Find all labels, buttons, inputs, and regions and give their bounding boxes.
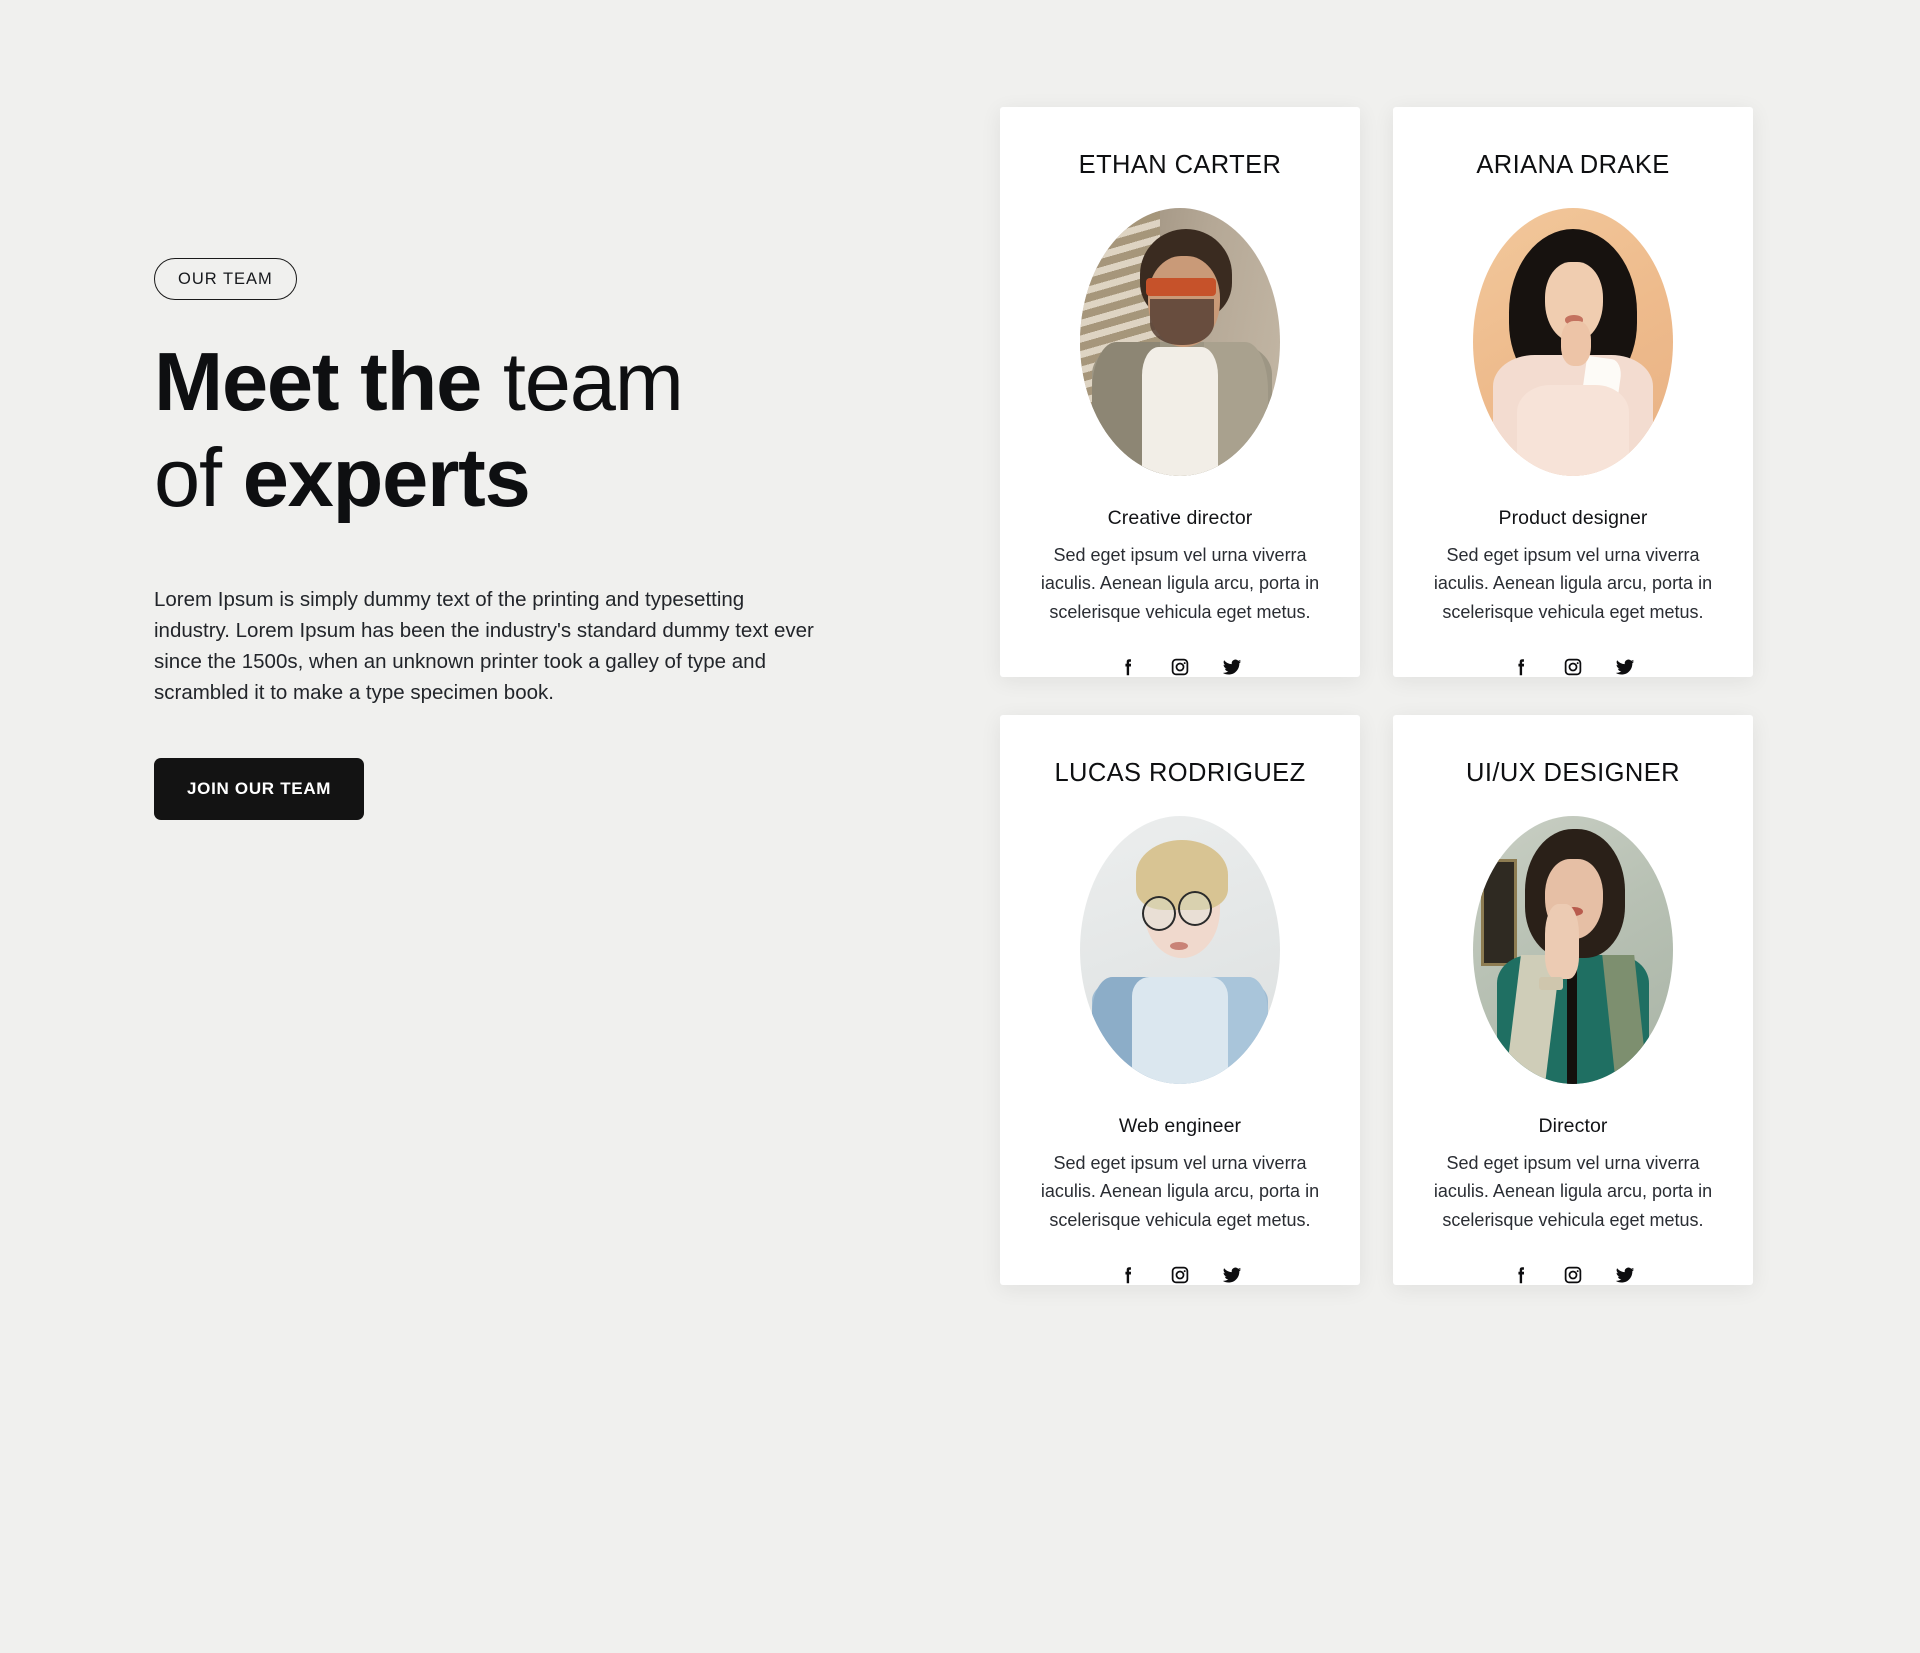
our-team-badge: OUR TEAM xyxy=(154,258,297,300)
facebook-icon[interactable] xyxy=(1117,1264,1139,1286)
facebook-icon[interactable] xyxy=(1510,656,1532,678)
member-role: Web engineer xyxy=(1118,1115,1242,1137)
member-role: Product designer xyxy=(1498,507,1648,529)
headline-part-strong-2: experts xyxy=(242,431,531,525)
instagram-icon[interactable] xyxy=(1562,656,1584,678)
twitter-icon[interactable] xyxy=(1221,656,1243,678)
member-portrait xyxy=(1080,208,1280,476)
twitter-icon[interactable] xyxy=(1221,1264,1243,1286)
facebook-icon[interactable] xyxy=(1510,1264,1532,1286)
team-card[interactable]: UI/UX DESIGNER Director Sed eget ipsum v… xyxy=(1393,715,1753,1285)
member-description: Sed eget ipsum vel urna viverra iaculis.… xyxy=(1040,1153,1320,1230)
member-name: ARIANA DRAKE xyxy=(1476,151,1670,179)
intro-column: OUR TEAM Meet the team of experts Lorem … xyxy=(154,258,834,821)
headline-part-strong-1: Meet the xyxy=(154,335,482,428)
headline-part-light-1: team xyxy=(481,335,684,428)
social-links xyxy=(1510,1264,1636,1286)
member-name: UI/UX DESIGNER xyxy=(1466,759,1680,787)
social-links xyxy=(1117,656,1243,678)
member-name: LUCAS RODRIGUEZ xyxy=(1054,759,1306,787)
member-description: Sed eget ipsum vel urna viverra iaculis.… xyxy=(1433,545,1713,622)
member-role: Director xyxy=(1538,1115,1608,1137)
team-section: OUR TEAM Meet the team of experts Lorem … xyxy=(0,0,1920,1653)
portrait-image xyxy=(1080,208,1280,476)
portrait-image xyxy=(1473,208,1673,476)
social-links xyxy=(1510,656,1636,678)
member-description: Sed eget ipsum vel urna viverra iaculis.… xyxy=(1433,1153,1713,1230)
team-card[interactable]: ARIANA DRAKE Product designer Sed eget i… xyxy=(1393,107,1753,677)
member-portrait xyxy=(1473,208,1673,476)
instagram-icon[interactable] xyxy=(1169,1264,1191,1286)
member-portrait xyxy=(1473,816,1673,1084)
page-title: Meet the team of experts xyxy=(154,334,834,527)
instagram-icon[interactable] xyxy=(1169,656,1191,678)
portrait-image xyxy=(1080,816,1280,1084)
instagram-icon[interactable] xyxy=(1562,1264,1584,1286)
twitter-icon[interactable] xyxy=(1614,1264,1636,1286)
team-card[interactable]: ETHAN CARTER Creative director Sed eget … xyxy=(1000,107,1360,677)
social-links xyxy=(1117,1264,1243,1286)
portrait-image xyxy=(1473,816,1673,1084)
join-our-team-button[interactable]: JOIN OUR TEAM xyxy=(154,758,365,821)
team-card-grid: ETHAN CARTER Creative director Sed eget … xyxy=(1000,107,1753,1285)
member-name: ETHAN CARTER xyxy=(1078,151,1282,179)
headline-part-light-2: of xyxy=(154,431,243,525)
member-portrait xyxy=(1080,816,1280,1084)
member-role: Creative director xyxy=(1107,507,1253,529)
facebook-icon[interactable] xyxy=(1117,656,1139,678)
intro-paragraph: Lorem Ipsum is simply dummy text of the … xyxy=(154,587,814,704)
team-card[interactable]: LUCAS RODRIGUEZ Web engineer Sed eget ip… xyxy=(1000,715,1360,1285)
twitter-icon[interactable] xyxy=(1614,656,1636,678)
member-description: Sed eget ipsum vel urna viverra iaculis.… xyxy=(1040,545,1320,622)
